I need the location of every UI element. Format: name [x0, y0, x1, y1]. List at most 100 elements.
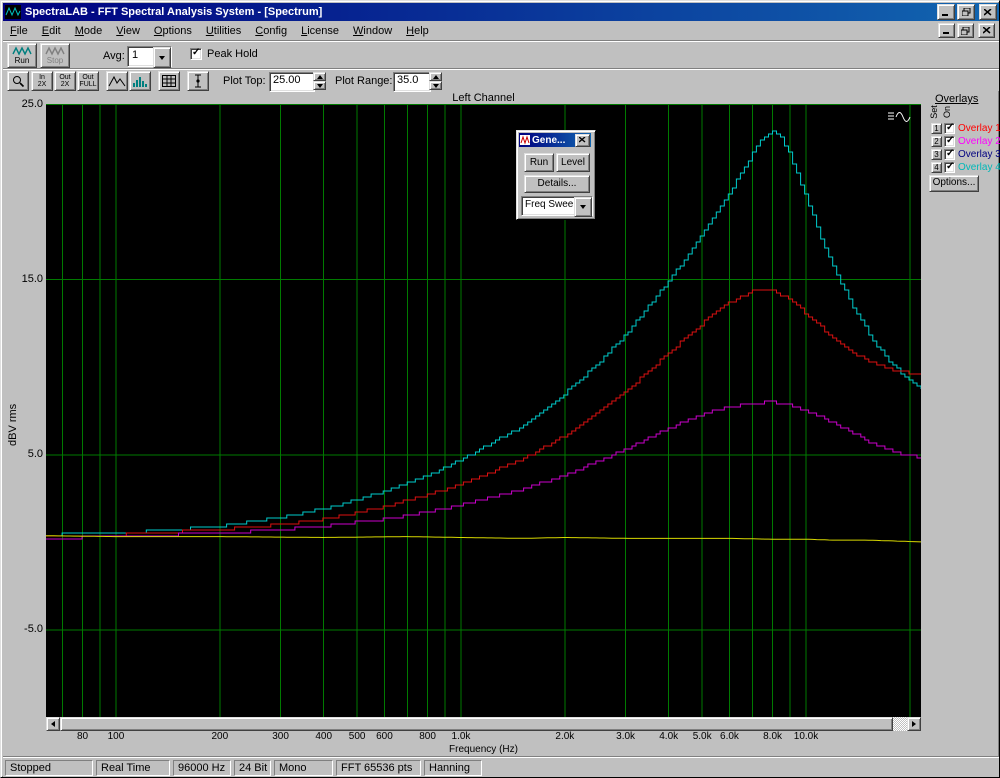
x-tick-label: 100 [108, 731, 125, 742]
generator-dialog-icon [520, 135, 530, 145]
spectrogram-view-button[interactable] [158, 71, 180, 91]
x-tick-label: 80 [77, 731, 88, 742]
arrow-down-icon [317, 84, 323, 88]
menu-item-config[interactable]: Config [248, 23, 294, 39]
generator-mode-dropdown-button[interactable] [574, 197, 592, 217]
status-sample-rate: 96000 Hz [173, 760, 231, 776]
zoom-button[interactable] [7, 71, 29, 91]
menu-item-view[interactable]: View [109, 23, 147, 39]
status-fft-size: FFT 65536 pts [336, 760, 421, 776]
plot-range-up-button[interactable] [429, 72, 442, 81]
x-tick-label: 500 [349, 731, 366, 742]
overlay-2-set-button[interactable]: 2 [931, 136, 942, 147]
avg-dropdown-button[interactable] [153, 47, 171, 68]
avg-combobox[interactable]: 1 [127, 46, 172, 67]
scroll-left-button[interactable] [46, 717, 60, 731]
application-window: SpectraLAB - FFT Spectral Analysis Syste… [0, 0, 1000, 778]
overlay-1-label: Overlay 1 [958, 123, 1000, 134]
overlay-1-set-button[interactable]: 1 [931, 123, 942, 134]
plot-hscrollbar[interactable] [46, 717, 921, 731]
stop-button[interactable]: Stop [40, 43, 70, 68]
overlay-4-set-button[interactable]: 4 [931, 162, 942, 173]
scroll-thumb[interactable] [60, 717, 893, 731]
mdi-close-button[interactable] [978, 23, 995, 38]
overlay-row-3: 3Overlay 3 [931, 149, 1000, 160]
arrow-up-icon [317, 75, 323, 79]
overlays-options-button[interactable]: Options... [929, 175, 979, 192]
spectrum-plot[interactable] [46, 104, 921, 717]
x-tick-label: 1.0k [452, 731, 471, 742]
overlay-2-on-checkbox[interactable] [944, 136, 955, 147]
close-button[interactable] [979, 4, 997, 20]
x-axis-label: Frequency (Hz) [46, 744, 921, 755]
zoom-button-label: Out [82, 74, 93, 81]
peak-hold-checkbox[interactable] [190, 48, 202, 60]
arrow-left-icon [51, 721, 55, 727]
minimize-button[interactable] [937, 4, 955, 20]
x-tick-label: 3.0k [616, 731, 635, 742]
y-axis-label: dBV rms [7, 404, 19, 446]
generator-indicator-icon [885, 107, 915, 127]
zoom-button-label: Out [59, 74, 70, 81]
generator-close-button[interactable] [575, 134, 590, 147]
zoom-in-2x-button[interactable]: In2X [31, 71, 53, 91]
overlay-2-label: Overlay 2 [958, 136, 1000, 147]
menu-item-window[interactable]: Window [346, 23, 399, 39]
overlay-4-on-checkbox[interactable] [944, 162, 955, 173]
close-icon [579, 137, 586, 143]
y-tick-label: 5.0 [1, 448, 43, 460]
chevron-down-icon [580, 205, 586, 209]
run-button[interactable]: Run [7, 43, 37, 68]
menu-item-license[interactable]: License [294, 23, 346, 39]
zoom-out-full-button[interactable]: OutFULL [77, 71, 99, 91]
overlay-3-set-button[interactable]: 3 [931, 149, 942, 160]
plot-top-input[interactable]: 25.00 [269, 72, 315, 92]
marker-tool-button[interactable] [187, 71, 209, 91]
plot-top-spinner [313, 72, 326, 90]
zoom-button-label: 2X [38, 81, 47, 88]
arrow-down-icon [433, 84, 439, 88]
grid-icon [162, 75, 176, 87]
magnifier-icon [12, 75, 25, 88]
overlays-options-label: Options... [933, 177, 976, 188]
mdi-restore-button[interactable] [957, 23, 974, 38]
peak-hold-control: Peak Hold [190, 48, 258, 60]
generator-dialog-titlebar[interactable]: Gene... [519, 133, 591, 147]
plot-range-input[interactable]: 35.0 [393, 72, 431, 92]
menu-item-options[interactable]: Options [147, 23, 199, 39]
status-window-function: Hanning [424, 760, 482, 776]
run-waveform-icon [12, 46, 32, 56]
x-tick-label: 5.0k [693, 731, 712, 742]
scroll-right-button[interactable] [907, 717, 921, 731]
plot-top-up-button[interactable] [313, 72, 326, 81]
restore-button[interactable] [957, 4, 975, 20]
peak-curve-icon [108, 75, 126, 88]
peak-hold-label: Peak Hold [207, 48, 258, 60]
menu-item-mode[interactable]: Mode [68, 23, 110, 39]
x-tick-label: 10.0k [794, 731, 818, 742]
menu-item-help[interactable]: Help [399, 23, 436, 39]
menu-item-file[interactable]: File [3, 23, 35, 39]
overlay-4-label: Overlay 4 [958, 162, 1000, 173]
x-tick-label: 6.0k [720, 731, 739, 742]
menu-item-edit[interactable]: Edit [35, 23, 68, 39]
x-tick-label: 300 [272, 731, 289, 742]
plot-range-down-button[interactable] [429, 81, 442, 90]
plot-top-down-button[interactable] [313, 81, 326, 90]
overlay-1-on-checkbox[interactable] [944, 123, 955, 134]
generator-mode-combobox[interactable]: Freq Sweep [521, 196, 593, 216]
x-tick-label: 600 [376, 731, 393, 742]
generator-level-button[interactable]: Level [556, 153, 590, 172]
chart-title: Left Channel [46, 92, 921, 104]
overlay-3-on-checkbox[interactable] [944, 149, 955, 160]
peak-curve-view-button[interactable] [106, 71, 128, 91]
plot-top-value: 25.00 [273, 74, 301, 86]
zoom-out-2x-button[interactable]: Out2X [54, 71, 76, 91]
bar-spectrum-view-button[interactable] [129, 71, 151, 91]
generator-details-button[interactable]: Details... [524, 175, 590, 193]
generator-run-button[interactable]: Run [524, 153, 554, 172]
bar-chart-icon [132, 75, 148, 88]
arrow-up-icon [433, 75, 439, 79]
mdi-minimize-button[interactable] [938, 23, 955, 38]
menu-item-utilities[interactable]: Utilities [199, 23, 248, 39]
